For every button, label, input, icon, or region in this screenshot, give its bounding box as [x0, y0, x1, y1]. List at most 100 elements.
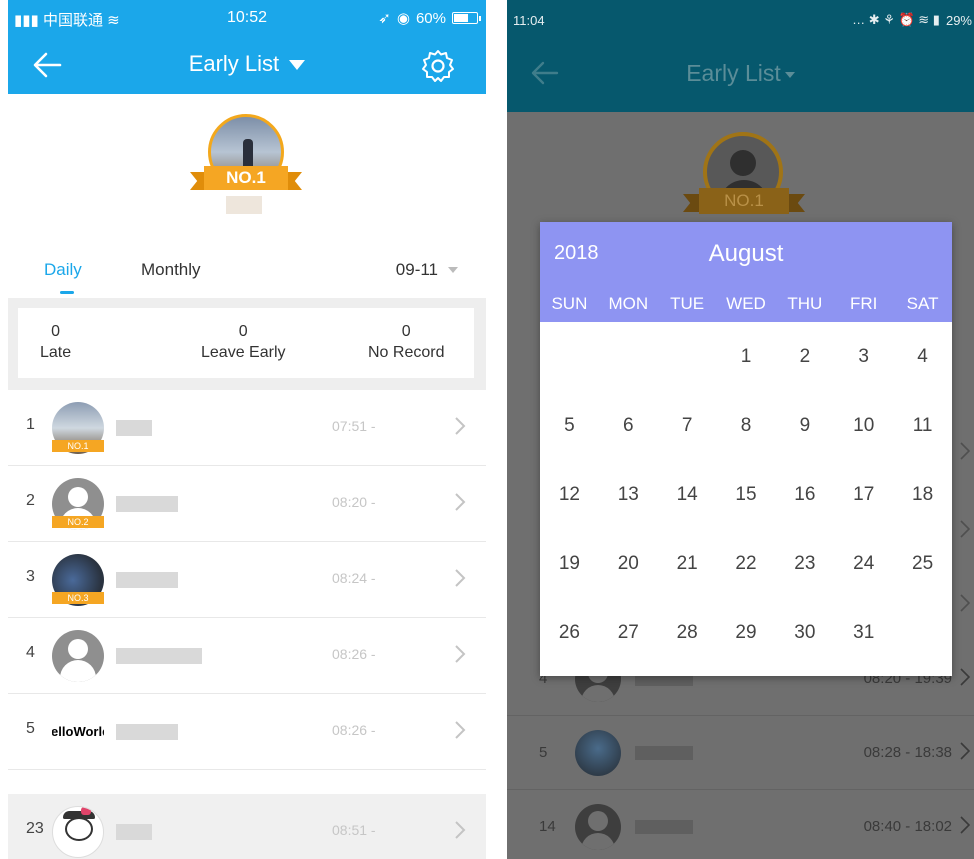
calendar-day[interactable]: 4	[893, 322, 952, 391]
tab-daily[interactable]: Daily	[44, 260, 82, 280]
check-time: 08:28 - 18:38	[863, 744, 952, 761]
calendar-empty-cell	[893, 599, 952, 668]
rank-number: 5	[539, 744, 548, 761]
calendar-day[interactable]: 14	[658, 460, 717, 529]
calendar-day[interactable]: 16	[775, 460, 834, 529]
calendar-day[interactable]: 10	[834, 391, 893, 460]
stat-late-value: 0	[51, 323, 61, 340]
status-right: … ✱ ⚘ ⏰ ≋ ▮ 29%	[852, 12, 972, 28]
winner-badge: NO.1	[204, 166, 288, 190]
rank-badge: NO.2	[52, 516, 104, 528]
winner-ribbon: NO.1	[683, 188, 805, 216]
calendar-day[interactable]: 1	[717, 322, 776, 391]
calendar-day[interactable]: 3	[834, 322, 893, 391]
date-selector[interactable]: 09-11	[396, 260, 458, 280]
page-title: Early List	[686, 60, 781, 86]
page-title: Early List	[188, 51, 280, 76]
nav-bar: Early List	[8, 36, 486, 94]
location-icon: ➶	[378, 10, 391, 27]
avatar	[52, 630, 104, 682]
check-time: 08:40 - 18:02	[863, 818, 952, 835]
name-redacted	[116, 824, 152, 840]
name-redacted	[635, 820, 693, 834]
chevron-right-icon	[960, 442, 970, 460]
calendar-day[interactable]: 27	[599, 599, 658, 668]
calendar-day[interactable]: 6	[599, 391, 658, 460]
calendar-day[interactable]: 28	[658, 599, 717, 668]
avatar	[52, 806, 104, 858]
name-redacted	[116, 420, 152, 436]
list-item[interactable]: 5 08:28 - 18:38	[507, 716, 974, 790]
stat-leave-early[interactable]: 0 Leave Early	[201, 322, 286, 364]
weekday-header: SUN MON TUE WED THU FRI SAT	[540, 294, 952, 314]
avatar	[575, 804, 621, 850]
calendar-day[interactable]: 5	[540, 391, 599, 460]
calendar-day[interactable]: 31	[834, 599, 893, 668]
list-item-self[interactable]: 23 08:51 -	[8, 794, 486, 859]
page-title-dropdown[interactable]: Early List	[507, 60, 974, 87]
calendar-day[interactable]: 20	[599, 530, 658, 599]
winner-name-redacted	[226, 196, 262, 214]
stats-section: 0 Late 0 Leave Early 0 No Record	[8, 298, 486, 390]
chevron-right-icon	[455, 721, 466, 739]
dropdown-arrow-icon	[448, 267, 458, 273]
calendar-day[interactable]: 25	[893, 530, 952, 599]
check-time: 08:24 -	[332, 570, 376, 586]
weekday-label: SUN	[551, 294, 588, 313]
left-phone-screen: ▮▮▮ 中国联通 ≋ 10:52 ➶ ◉ 60% Early List NO.1…	[8, 0, 486, 859]
stat-no-record[interactable]: 0 No Record	[368, 322, 444, 364]
nav-bar: Early List	[507, 36, 974, 112]
stat-no-record-label: No Record	[368, 344, 445, 361]
battery-percent: 60%	[415, 9, 446, 27]
calendar-day[interactable]: 23	[775, 530, 834, 599]
check-time: 08:26 -	[332, 722, 376, 738]
chevron-right-icon	[960, 816, 970, 834]
calendar-day[interactable]: 2	[775, 322, 834, 391]
calendar-day[interactable]: 7	[658, 391, 717, 460]
stat-late[interactable]: 0 Late	[40, 322, 71, 364]
calendar-day[interactable]: 24	[834, 530, 893, 599]
check-time: 07:51 -	[332, 418, 376, 434]
calendar-day[interactable]: 8	[717, 391, 776, 460]
page-title-dropdown[interactable]: Early List	[8, 51, 486, 77]
weekday-label: THU	[787, 294, 823, 313]
calendar-day[interactable]: 19	[540, 530, 599, 599]
gear-icon[interactable]	[420, 48, 456, 84]
calendar-day[interactable]: 13	[599, 460, 658, 529]
calendar-day[interactable]: 15	[717, 460, 776, 529]
tab-monthly[interactable]: Monthly	[141, 260, 201, 280]
calendar-day[interactable]: 11	[893, 391, 952, 460]
status-bar: 11:04 … ✱ ⚘ ⏰ ≋ ▮ 29%	[507, 0, 974, 36]
calendar-day[interactable]: 17	[834, 460, 893, 529]
list-item[interactable]: 4 08:26 -	[8, 618, 486, 694]
rank-number: 14	[539, 818, 556, 835]
rank-number: 4	[26, 644, 35, 661]
battery-percent: 29%	[945, 12, 972, 28]
chevron-right-icon	[455, 645, 466, 663]
calendar-day[interactable]: 9	[775, 391, 834, 460]
calendar-day[interactable]: 26	[540, 599, 599, 668]
status-right: ➶ ◉ 60%	[378, 9, 481, 27]
list-item[interactable]: 1 NO.1 07:51 -	[8, 390, 486, 466]
list-item[interactable]: 2 NO.2 08:20 -	[8, 466, 486, 542]
chevron-right-icon	[455, 417, 466, 435]
calendar-day[interactable]: 21	[658, 530, 717, 599]
chevron-right-icon	[455, 493, 466, 511]
calendar-month[interactable]: August	[540, 240, 952, 268]
calendar-day[interactable]: 12	[540, 460, 599, 529]
name-redacted	[116, 724, 178, 740]
chevron-right-icon	[960, 742, 970, 760]
rank-number: 2	[26, 492, 35, 509]
calendar-day[interactable]: 30	[775, 599, 834, 668]
list-item[interactable]: 14 08:40 - 18:02	[507, 790, 974, 859]
chevron-right-icon	[960, 520, 970, 538]
calendar-day[interactable]: 18	[893, 460, 952, 529]
calendar-day[interactable]: 29	[717, 599, 776, 668]
battery-icon	[452, 12, 481, 24]
list-item[interactable]: 3 NO.3 08:24 -	[8, 542, 486, 618]
winner-badge: NO.1	[699, 188, 789, 214]
list-item[interactable]: 5 HelloWorld! 08:26 -	[8, 694, 486, 770]
chevron-right-icon	[455, 569, 466, 587]
weekday-label: SAT	[906, 294, 939, 313]
calendar-day[interactable]: 22	[717, 530, 776, 599]
